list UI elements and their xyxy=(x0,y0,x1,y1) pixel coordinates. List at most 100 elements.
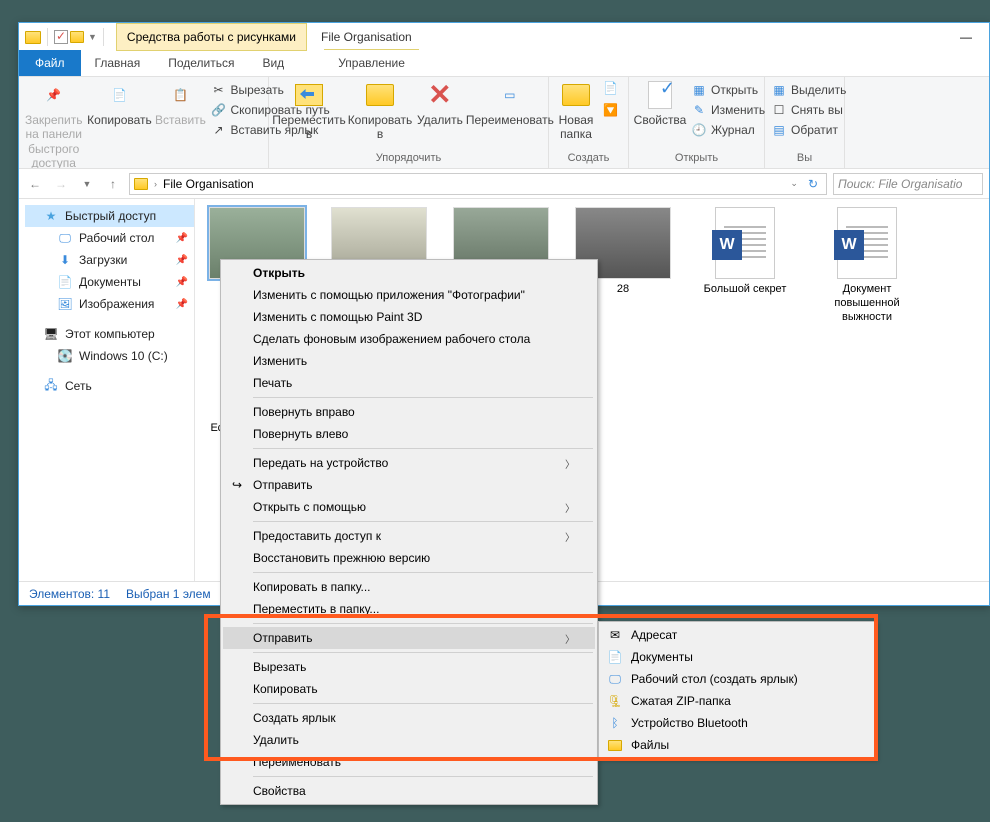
status-selected: Выбран 1 элем xyxy=(126,587,211,601)
ctx-movetofolder[interactable]: Переместить в папку... xyxy=(223,598,595,620)
ctx-print[interactable]: Печать xyxy=(223,372,595,394)
back-button[interactable]: ← xyxy=(25,174,45,194)
sidebar-item-thispc[interactable]: 🖥Этот компьютер xyxy=(25,323,194,345)
ctx-rotate-left[interactable]: Повернуть влево xyxy=(223,423,595,445)
qat-check-icon[interactable] xyxy=(54,30,68,44)
rename-button[interactable]: ▭Переименовать xyxy=(469,79,551,127)
sidebar-item-downloads[interactable]: ⬇Загрузки📌 xyxy=(25,249,194,271)
selectnone-icon: ☐ xyxy=(771,102,787,118)
ctx-openwith[interactable]: Открыть с помощью〉 xyxy=(223,496,595,518)
selectnone-button[interactable]: ☐Снять вы xyxy=(771,101,846,119)
refresh-button[interactable]: ↻ xyxy=(808,177,818,191)
window-title: File Organisation xyxy=(321,30,412,44)
delete-button[interactable]: ✕Удалить xyxy=(417,79,463,127)
ctx-properties[interactable]: Свойства xyxy=(223,780,595,802)
shortcut-icon: ↗ xyxy=(210,122,226,138)
search-input[interactable]: Поиск: File Organisatio xyxy=(833,173,983,195)
folder-icon xyxy=(607,737,623,753)
ctx-rename[interactable]: Переименовать xyxy=(223,751,595,773)
history-icon: 🕘 xyxy=(691,122,707,138)
newfolder-button[interactable]: Новая папка xyxy=(555,79,597,142)
ctx-cut[interactable]: Вырезать xyxy=(223,656,595,678)
move-icon xyxy=(295,84,323,106)
easyaccess-icon[interactable]: 🔽 xyxy=(603,103,618,117)
ctx-cast[interactable]: Передать на устройство〉 xyxy=(223,452,595,474)
sendto-desktop[interactable]: 🖵Рабочий стол (создать ярлык) xyxy=(601,668,873,690)
ctx-sendto[interactable]: Отправить〉 xyxy=(223,627,595,649)
moveto-button[interactable]: Переместить в xyxy=(275,79,343,142)
sidebar-item-pictures[interactable]: 🖼Изображения📌 xyxy=(25,293,194,315)
open-button[interactable]: ▦Открыть xyxy=(691,81,765,99)
properties-button[interactable]: Свойства xyxy=(635,79,685,127)
scissors-icon: ✂ xyxy=(210,82,226,98)
folder-icon xyxy=(562,84,590,106)
pin-button: 📌 Закрепить на панели быстрого доступа xyxy=(25,79,82,169)
properties-icon xyxy=(648,81,672,109)
sidebar-item-desktop[interactable]: 🖵Рабочий стол📌 xyxy=(25,227,194,249)
copy-button[interactable]: 📄 Копировать xyxy=(88,79,150,127)
invertselection-button[interactable]: ▤Обратит xyxy=(771,121,846,139)
zip-icon: 🗜 xyxy=(607,693,623,709)
ctx-share[interactable]: ↪Отправить xyxy=(223,474,595,496)
copy-icon: 📄 xyxy=(103,79,135,111)
share-icon: ↪ xyxy=(229,477,245,493)
sendto-files[interactable]: Файлы xyxy=(601,734,873,756)
context-menu: Открыть Изменить с помощью приложения "Ф… xyxy=(220,259,598,805)
pc-icon: 🖥 xyxy=(43,326,59,342)
ctx-copy[interactable]: Копировать xyxy=(223,678,595,700)
ribbon: 📌 Закрепить на панели быстрого доступа 📄… xyxy=(19,77,989,169)
titlebar: ▼ Средства работы с рисунками File Organ… xyxy=(19,23,989,51)
sendto-zip[interactable]: 🗜Сжатая ZIP-папка xyxy=(601,690,873,712)
ctx-shortcut[interactable]: Создать ярлык xyxy=(223,707,595,729)
sidebar-item-network[interactable]: 🖧Сеть xyxy=(25,375,194,397)
ctx-rotate-right[interactable]: Повернуть вправо xyxy=(223,401,595,423)
ctx-restore[interactable]: Восстановить прежнюю версию xyxy=(223,547,595,569)
chevron-right-icon: 〉 xyxy=(565,529,575,544)
sidebar-item-quickaccess[interactable]: ★Быстрый доступ xyxy=(25,205,194,227)
context-tab-label: Средства работы с рисунками xyxy=(127,30,296,44)
sidebar-item-documents[interactable]: 📄Документы📌 xyxy=(25,271,194,293)
qat-dropdown-icon[interactable]: ▼ xyxy=(88,32,97,42)
ribbon-tabs: Файл Главная Поделиться Вид Управление xyxy=(19,51,989,77)
ctx-delete[interactable]: Удалить xyxy=(223,729,595,751)
ctx-wallpaper[interactable]: Сделать фоновым изображением рабочего ст… xyxy=(223,328,595,350)
sendto-recipient[interactable]: ✉Адресат xyxy=(601,624,873,646)
pin-icon: 📌 xyxy=(176,255,188,266)
tab-home[interactable]: Главная xyxy=(81,50,155,76)
ctx-open[interactable]: Открыть xyxy=(223,262,595,284)
group-create-label: Создать xyxy=(555,150,622,168)
forward-button[interactable]: → xyxy=(51,174,71,194)
ctx-edit[interactable]: Изменить xyxy=(223,350,595,372)
sidebar-item-drive[interactable]: 💽Windows 10 (C:) xyxy=(25,345,194,367)
file-item[interactable]: Документ повышенной выжности xyxy=(817,207,917,324)
selectall-button[interactable]: ▦Выделить xyxy=(771,81,846,99)
sendto-documents[interactable]: 📄Документы xyxy=(601,646,873,668)
desktop-icon: 🖵 xyxy=(607,671,623,687)
tab-manage[interactable]: Управление xyxy=(324,49,419,76)
ctx-paint3d[interactable]: Изменить с помощью Paint 3D xyxy=(223,306,595,328)
ctx-edit-photos[interactable]: Изменить с помощью приложения "Фотографи… xyxy=(223,284,595,306)
chevron-right-icon: 〉 xyxy=(565,631,575,646)
file-item[interactable]: Большой секрет xyxy=(695,207,795,324)
breadcrumb[interactable]: File Organisation xyxy=(163,177,254,191)
addr-dropdown-icon[interactable]: ⌄ xyxy=(790,178,798,189)
copyto-button[interactable]: Копировать в xyxy=(349,79,411,142)
minimize-button[interactable]: — xyxy=(943,23,989,51)
up-button[interactable]: ↑ xyxy=(103,174,123,194)
ctx-giveaccess[interactable]: Предоставить доступ к〉 xyxy=(223,525,595,547)
newitem-icon[interactable]: 📄 xyxy=(603,81,618,95)
recent-dropdown[interactable]: ▼ xyxy=(77,174,97,194)
sendto-bluetooth[interactable]: ᛒУстройство Bluetooth xyxy=(601,712,873,734)
download-icon: ⬇ xyxy=(57,252,73,268)
history-button[interactable]: 🕘Журнал xyxy=(691,121,765,139)
word-icon xyxy=(715,207,775,279)
tab-view[interactable]: Вид xyxy=(248,50,298,76)
ctx-copytofolder[interactable]: Копировать в папку... xyxy=(223,576,595,598)
edit-icon: ✎ xyxy=(691,102,707,118)
desktop-icon: 🖵 xyxy=(57,230,73,246)
edit-button[interactable]: ✎Изменить xyxy=(691,101,765,119)
address-bar[interactable]: › File Organisation ⌄ ↻ xyxy=(129,173,827,195)
tab-share[interactable]: Поделиться xyxy=(154,50,248,76)
folder-icon[interactable] xyxy=(70,31,84,43)
file-tab[interactable]: Файл xyxy=(19,50,81,76)
